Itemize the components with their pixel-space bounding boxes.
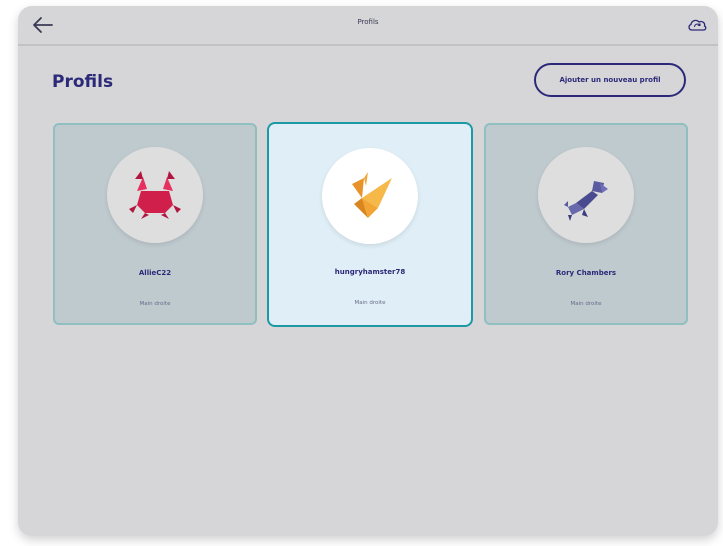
top-bar: Profils	[18, 6, 718, 46]
profile-name: AllieC22	[138, 269, 172, 277]
profile-name: hungryhamster78	[334, 268, 406, 276]
add-new-profile-button[interactable]: Ajouter un nouveau profil	[534, 63, 686, 97]
bird-origami-icon	[352, 172, 392, 218]
profile-name: Rory Chambers	[555, 269, 617, 277]
cloud-sync-icon	[688, 19, 707, 31]
profile-card-hungryhamster78[interactable]: hungryhamster78 Main droite	[267, 122, 473, 327]
sync-button[interactable]	[686, 15, 708, 35]
app-window: Profils Profils Ajouter un nouveau profi…	[18, 6, 718, 536]
avatar	[322, 148, 418, 244]
crab-origami-icon	[129, 171, 181, 219]
profile-hand: Main droite	[354, 300, 386, 306]
page-title: Profils	[52, 72, 114, 92]
avatar	[107, 147, 203, 243]
profile-hand: Main droite	[139, 301, 171, 307]
profile-card-rory-chambers[interactable]: Rory Chambers Main droite	[484, 123, 688, 325]
avatar	[538, 147, 634, 243]
profile-card-alliec22[interactable]: AllieC22 Main droite	[53, 123, 257, 325]
dog-origami-icon	[564, 181, 608, 221]
top-bar-title: Profils	[357, 18, 379, 26]
profile-hand: Main droite	[570, 301, 602, 307]
